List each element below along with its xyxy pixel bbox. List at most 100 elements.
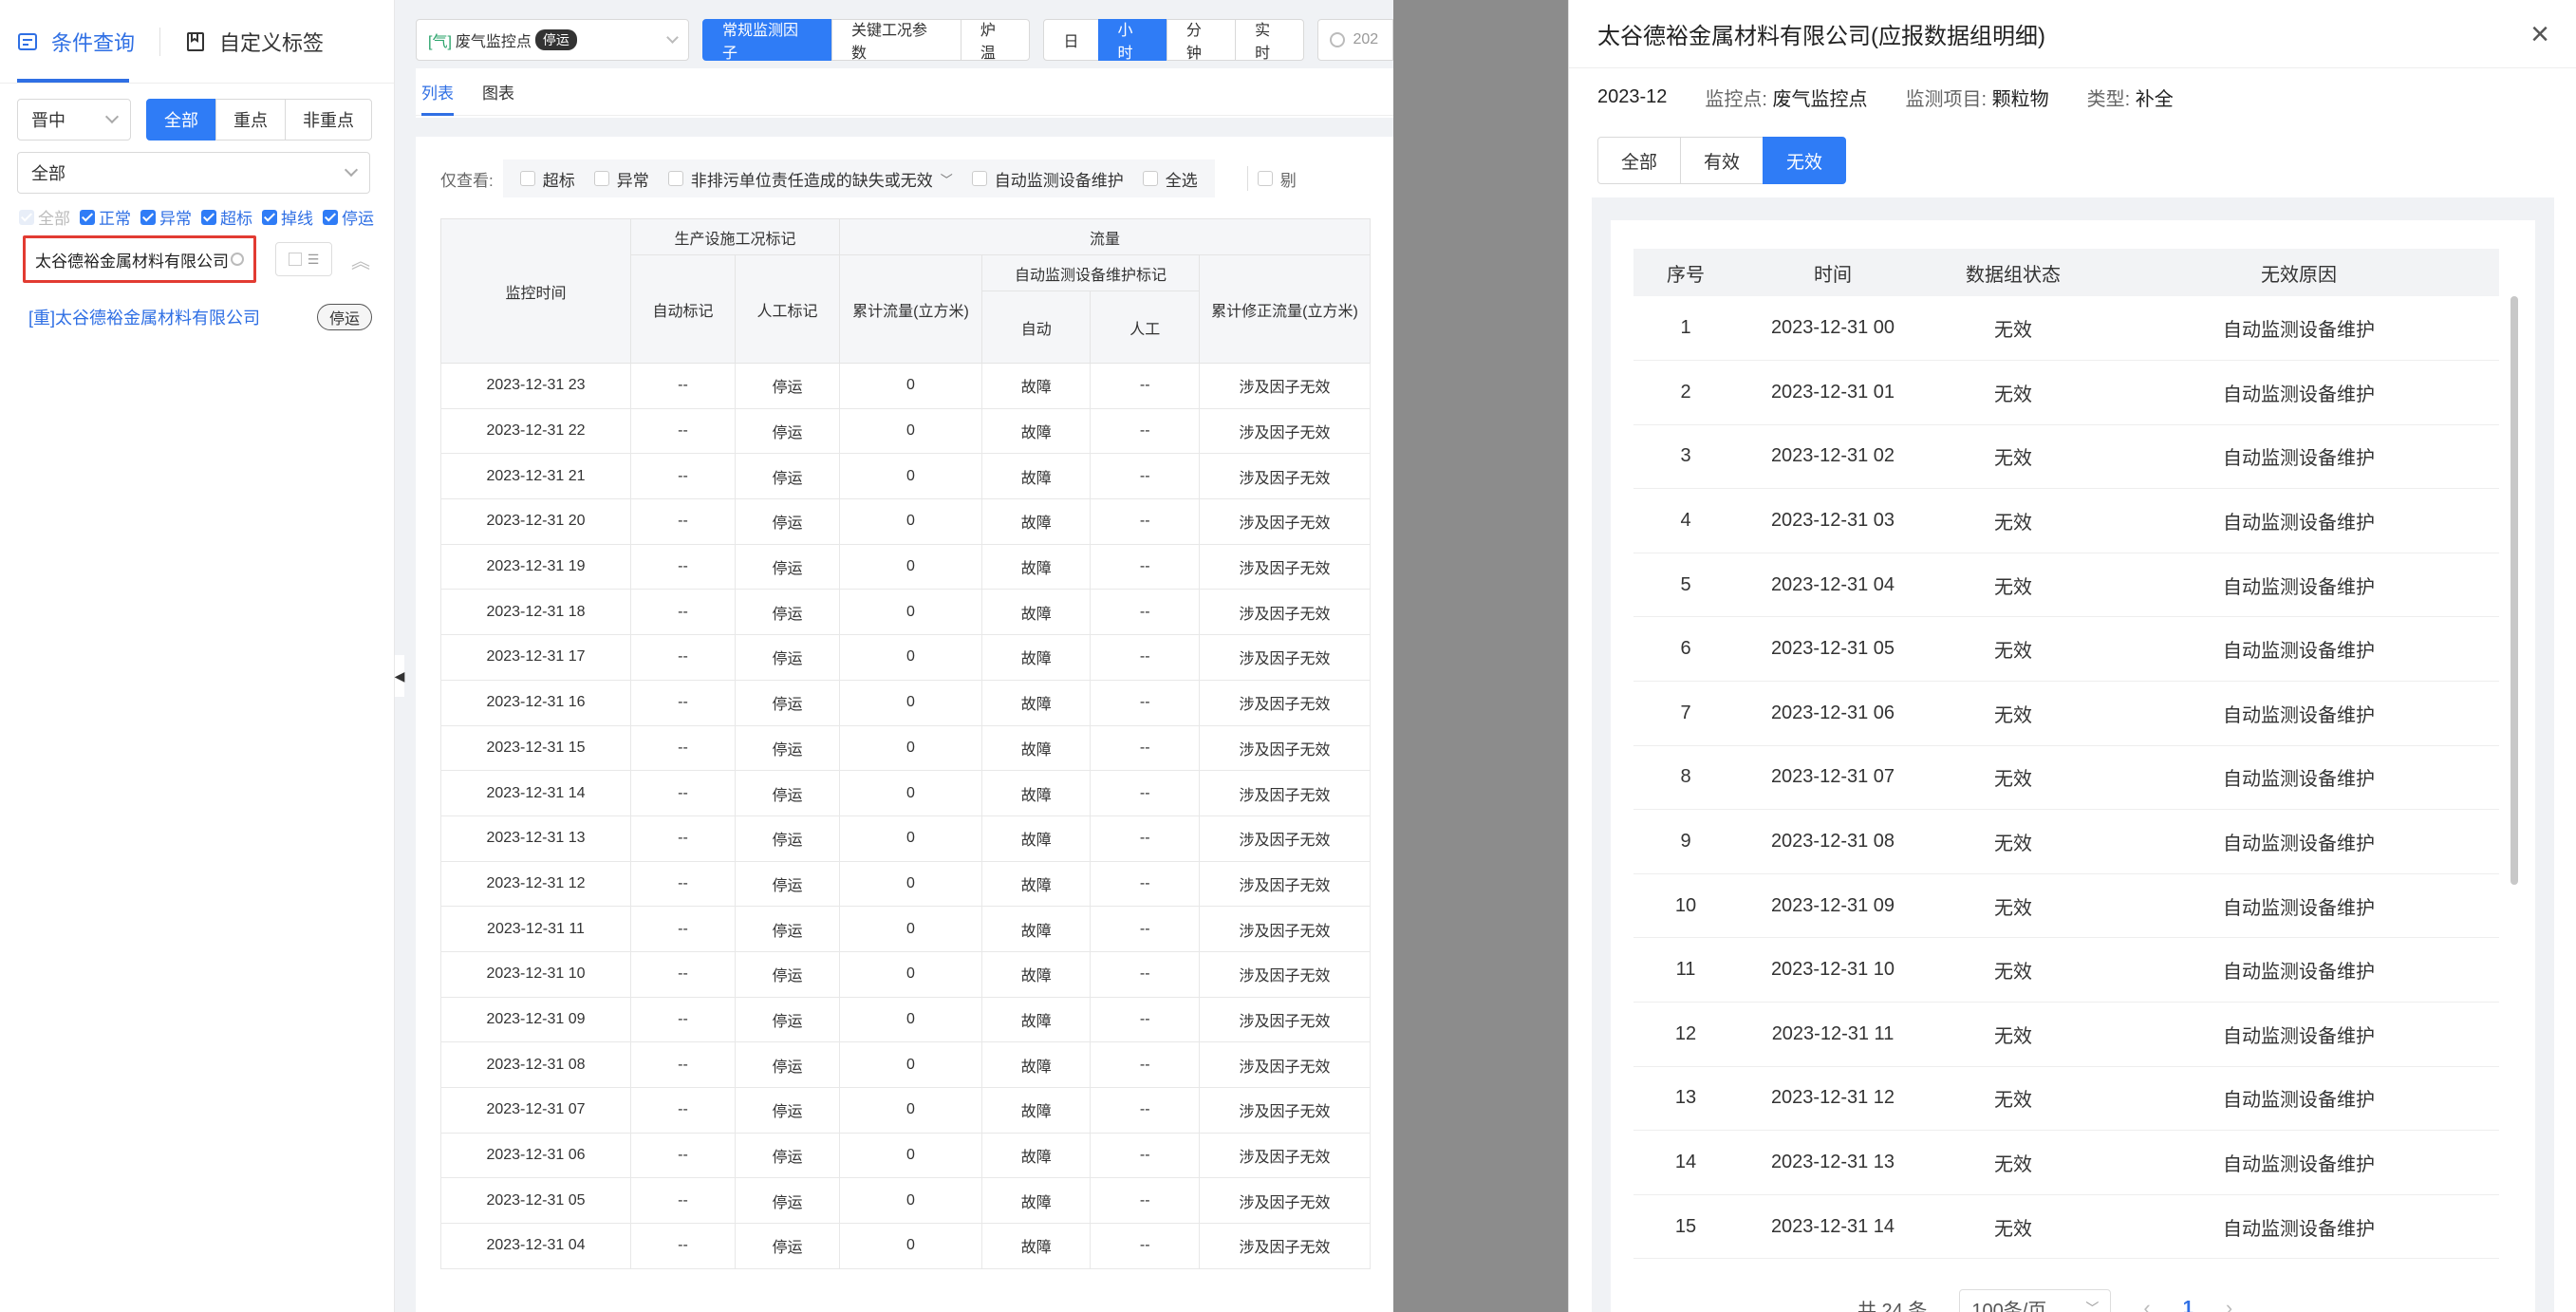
table-row[interactable]: 2023-12-31 07 -- 停运 0 故障 -- 涉及因子无效 [440,1087,1371,1134]
cell-maint-auto: 故障 [980,1087,1092,1134]
date-range-input[interactable]: 202 [1317,19,1393,61]
status-exceed-checkbox[interactable]: 超标 [201,205,252,229]
tab-list[interactable]: 列表 [421,68,454,116]
cell-manual-mark: 停运 [735,1087,840,1134]
current-page[interactable]: 1 [2183,1298,2193,1312]
tab-condition-query[interactable]: 条件查询 [0,0,152,84]
table-row[interactable]: 2023-12-31 11 -- 停运 0 故障 -- 涉及因子无效 [440,906,1371,952]
table-row[interactable]: 2023-12-31 18 -- 停运 0 故障 -- 涉及因子无效 [440,589,1371,636]
checkbox-label: 掉线 [281,210,313,228]
tab-day[interactable]: 日 [1043,19,1099,61]
chevron-down-icon [104,109,120,124]
collapse-sidebar-handle[interactable]: ◀ [395,655,404,697]
table-row[interactable]: 2023-12-31 19 -- 停运 0 故障 -- 涉及因子无效 [440,543,1371,590]
table-row[interactable]: 5 2023-12-31 04 无效 自动监测设备维护 [1633,553,2499,618]
monitor-point-select[interactable]: [气] 废气监控点 停运 [416,19,690,61]
table-row[interactable]: 2023-12-31 10 -- 停运 0 故障 -- 涉及因子无效 [440,950,1371,998]
table-row[interactable]: 2023-12-31 22 -- 停运 0 故障 -- 涉及因子无效 [440,407,1371,455]
scope-key-button[interactable]: 重点 [215,99,286,141]
table-row[interactable]: 10 2023-12-31 09 无效 自动监测设备维护 [1633,873,2499,939]
table-row[interactable]: 2023-12-31 04 -- 停运 0 故障 -- 涉及因子无效 [440,1223,1371,1269]
meta-item: 监测项目: 颗粒物 [1906,84,2049,111]
table-row[interactable]: 2023-12-31 05 -- 停运 0 故障 -- 涉及因子无效 [440,1177,1371,1225]
checkbox-label: 正常 [99,210,131,228]
filter-exclude-checkbox[interactable]: 剔 [1257,167,1297,191]
table-row[interactable]: 2023-12-31 16 -- 停运 0 故障 -- 涉及因子无效 [440,679,1371,726]
status-stopped-checkbox[interactable]: 停运 [323,205,374,229]
filter-exceed-checkbox[interactable]: 超标 [519,167,575,191]
cell-corrected-flow: 涉及因子无效 [1199,1177,1371,1225]
scope-all-button[interactable]: 全部 [146,99,216,141]
status-normal-checkbox[interactable]: 正常 [80,205,131,229]
table-row[interactable]: 2023-12-31 12 -- 停运 0 故障 -- 涉及因子无效 [440,860,1371,908]
tab-minute[interactable]: 分钟 [1166,19,1237,62]
checkbox-label: 自动监测设备维护 [994,171,1124,190]
filter-nonresponsible-checkbox[interactable]: 非排污单位责任造成的缺失或无效 ﹀ [667,167,953,191]
table-row[interactable]: 2023-12-31 15 -- 停运 0 故障 -- 涉及因子无效 [440,724,1371,772]
table-body: 1 2023-12-31 00 无效 自动监测设备维护 2 2023-12-31 01 无效… [1633,296,2499,1260]
tab-invalid[interactable]: 无效 [1763,137,1846,184]
drawer-mask[interactable] [1393,0,1568,1312]
status-offline-checkbox[interactable]: 掉线 [262,205,313,229]
table-row[interactable]: 2023-12-31 09 -- 停运 0 故障 -- 涉及因子无效 [440,996,1371,1043]
table-row[interactable]: 13 2023-12-31 12 无效 自动监测设备维护 [1633,1066,2499,1132]
company-list-item[interactable]: [重]太谷德裕金属材料有限公司 停运 [28,304,373,330]
cell-index: 6 [1633,616,1738,683]
table-row[interactable]: 2023-12-31 17 -- 停运 0 故障 -- 涉及因子无效 [440,634,1371,681]
status-abnormal-checkbox[interactable]: 异常 [140,205,192,229]
tab-chart[interactable]: 图表 [482,68,514,116]
region-select[interactable]: 晋中 [17,99,131,141]
close-icon[interactable]: × [2530,18,2549,50]
table-row[interactable]: 9 2023-12-31 08 无效 自动监测设备维护 [1633,809,2499,874]
table-row[interactable]: 3 2023-12-31 02 无效 自动监测设备维护 [1633,424,2499,490]
table-row[interactable]: 4 2023-12-31 03 无效 自动监测设备维护 [1633,488,2499,553]
table-row[interactable]: 2 2023-12-31 01 无效 自动监测设备维护 [1633,360,2499,425]
tree-toggle-button[interactable]: ☰ [275,242,332,276]
tab-furnace-temp[interactable]: 炉温 [960,19,1031,62]
page-size-select[interactable]: 100条/页 ﹀ [1959,1289,2112,1312]
table-row[interactable]: 2023-12-31 06 -- 停运 0 故障 -- 涉及因子无效 [440,1132,1371,1179]
type-select[interactable]: 全部 [17,152,370,194]
table-row[interactable]: 1 2023-12-31 00 无效 自动监测设备维护 [1633,296,2499,362]
table-row[interactable]: 11 2023-12-31 10 无效 自动监测设备维护 [1633,937,2499,1003]
table-row[interactable]: 2023-12-31 08 -- 停运 0 故障 -- 涉及因子无效 [440,1041,1371,1088]
tab-realtime[interactable]: 实时 [1235,19,1305,62]
table-row[interactable]: 2023-12-31 14 -- 停运 0 故障 -- 涉及因子无效 [440,770,1371,816]
table-row[interactable]: 6 2023-12-31 05 无效 自动监测设备维护 [1633,616,2499,683]
status-all-checkbox[interactable]: 全部 [19,205,70,229]
cell-manual-mark: 停运 [735,815,840,862]
company-search-input[interactable]: 太谷德裕金属材料有限公司 [23,235,256,283]
filter-select-all-checkbox[interactable]: 全选 [1142,167,1198,191]
table-row[interactable]: 2023-12-31 20 -- 停运 0 故障 -- 涉及因子无效 [440,498,1371,545]
filter-abnormal-checkbox[interactable]: 异常 [593,167,649,191]
cell-index: 13 [1633,1066,1738,1132]
cell-maint-manual: -- [1090,996,1200,1043]
tab-all[interactable]: 全部 [1597,137,1681,184]
scrollbar[interactable] [2511,296,2518,885]
meta-key: 监控点: [1705,88,1767,110]
table-row[interactable]: 14 2023-12-31 13 无效 自动监测设备维护 [1633,1130,2499,1195]
tab-key-conditions[interactable]: 关键工况参数 [831,19,961,62]
cell-cumulative-flow: 0 [839,950,982,998]
table-row[interactable]: 2023-12-31 23 -- 停运 0 故障 -- 涉及因子无效 [440,363,1371,409]
tab-regular-factors[interactable]: 常规监测因子 [702,19,832,62]
tab-custom-tags[interactable]: 自定义标签 [168,0,341,84]
table-row[interactable]: 15 2023-12-31 14 无效 自动监测设备维护 [1633,1194,2499,1260]
table-row[interactable]: 12 2023-12-31 11 无效 自动监测设备维护 [1633,1002,2499,1067]
filter-maintenance-checkbox[interactable]: 自动监测设备维护 [971,167,1124,191]
table-row[interactable]: 2023-12-31 13 -- 停运 0 故障 -- 涉及因子无效 [440,815,1371,862]
col-header-index: 序号 [1633,249,1738,296]
tab-valid[interactable]: 有效 [1680,137,1764,184]
table-row[interactable]: 8 2023-12-31 07 无效 自动监测设备维护 [1633,745,2499,811]
table-row[interactable]: 7 2023-12-31 06 无效 自动监测设备维护 [1633,681,2499,746]
tab-hour[interactable]: 小时 [1097,19,1167,62]
next-page-icon[interactable]: › [2226,1296,2232,1312]
cell-cumulative-flow: 0 [839,453,982,500]
prev-page-icon[interactable]: ‹ [2143,1296,2150,1312]
cell-index: 5 [1633,553,1738,618]
chevron-double-up-icon[interactable]: ︽ [351,246,370,273]
scope-nonkey-button[interactable]: 非重点 [285,99,372,141]
table-row[interactable]: 2023-12-31 21 -- 停运 0 故障 -- 涉及因子无效 [440,453,1371,500]
cell-auto-mark: -- [630,1177,736,1225]
cell-status: 无效 [1928,1066,2099,1132]
